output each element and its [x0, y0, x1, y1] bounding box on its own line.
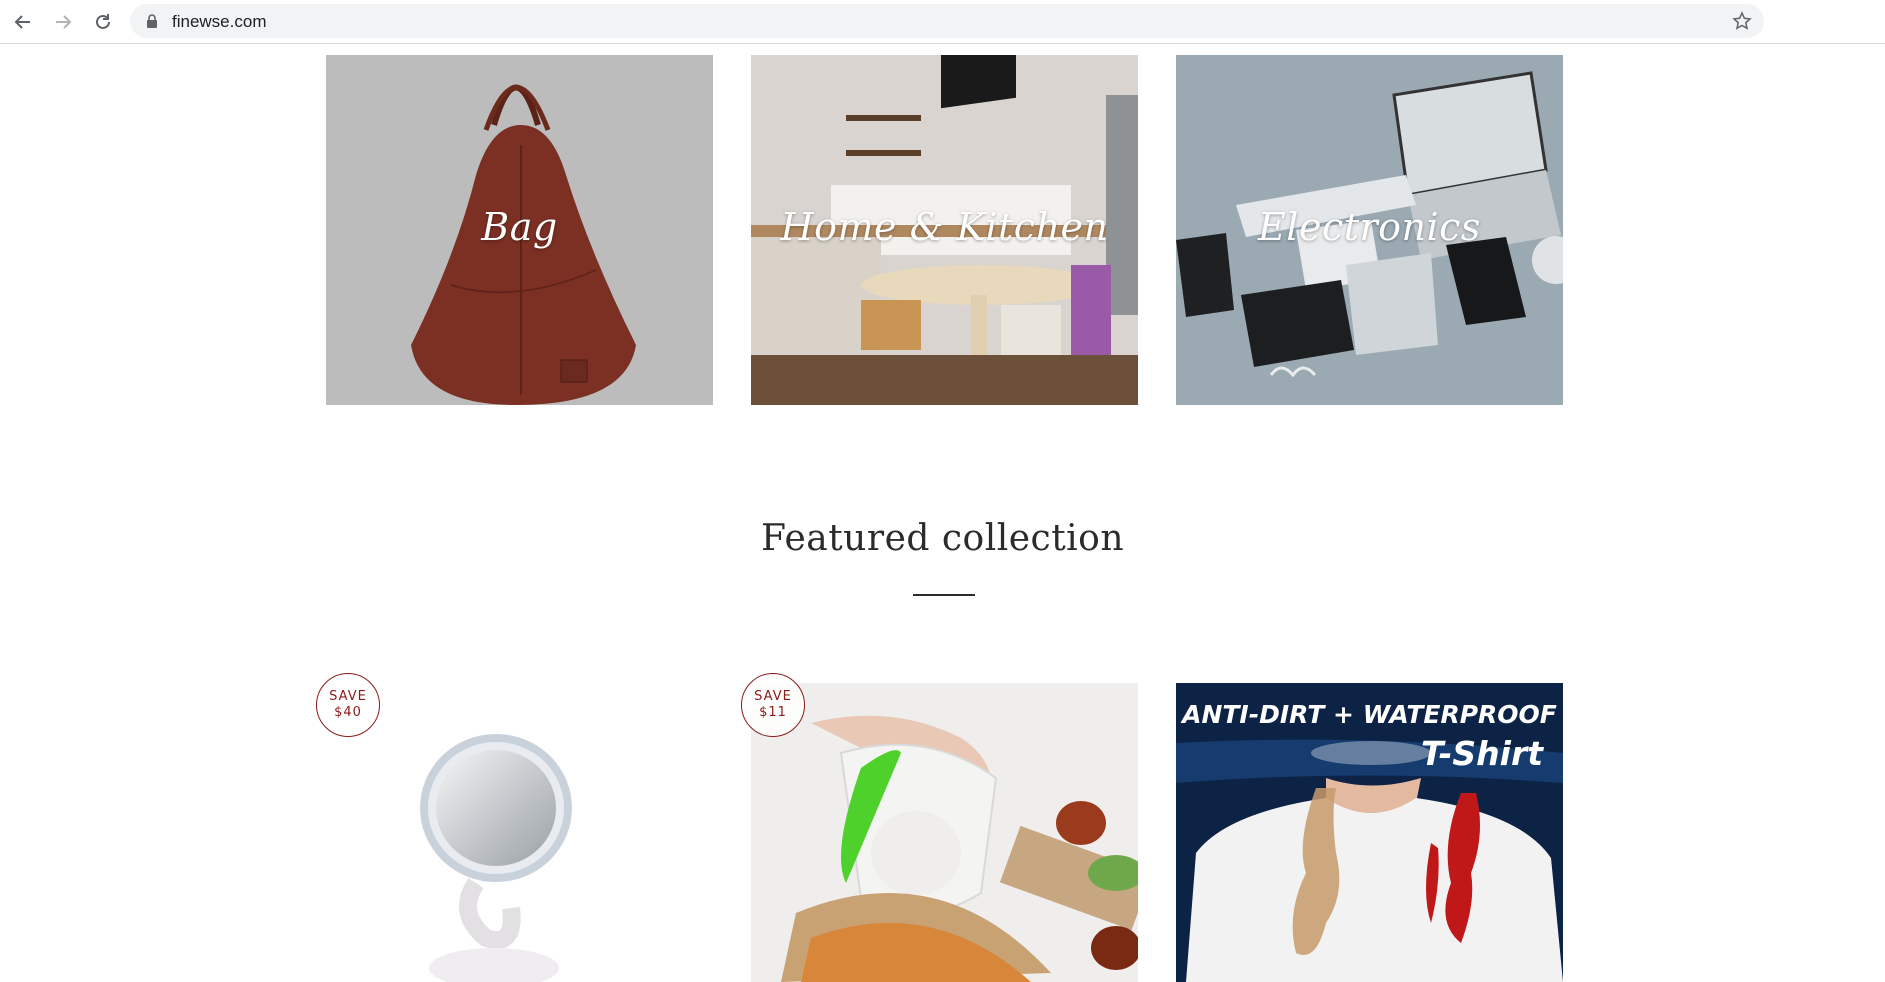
product-card-pizza-cutter[interactable] [751, 683, 1138, 982]
badge-label: SAVE [329, 689, 367, 704]
collection-label[interactable]: Electronics [1176, 205, 1563, 249]
mirror-image [420, 734, 572, 982]
collection-label[interactable]: Home & Kitchen [751, 205, 1138, 249]
address-bar[interactable]: finewse.com [130, 4, 1764, 38]
browser-toolbar: finewse.com [0, 0, 1885, 44]
collection-tile-electronics[interactable]: Electronics [1176, 55, 1563, 405]
product-card-tshirt[interactable]: ANTI-DIRT + WATERPROOF T-Shirt [1176, 683, 1563, 982]
reload-icon [96, 14, 110, 29]
tshirt-banner-line2: T-Shirt [1421, 734, 1543, 773]
badge-label: SAVE [754, 689, 792, 704]
reload-button[interactable] [90, 9, 116, 35]
product-card-mirror[interactable] [326, 683, 713, 982]
collection-tile-bag[interactable]: Bag [326, 55, 713, 405]
pizza-cutter-image [751, 683, 1138, 982]
title-divider [913, 594, 975, 596]
featured-collection-title: Featured collection [760, 518, 1125, 559]
tshirt-banner-line1: ANTI-DIRT + WATERPROOF [1182, 700, 1557, 729]
back-button[interactable] [10, 9, 36, 35]
back-arrow-icon [14, 15, 30, 29]
badge-amount: $40 [334, 705, 362, 720]
save-badge: SAVE $40 [316, 673, 380, 737]
star-icon[interactable] [1732, 11, 1752, 31]
save-badge: SAVE $11 [741, 673, 805, 737]
lock-icon[interactable] [146, 14, 158, 28]
collection-label[interactable]: Bag [326, 205, 713, 249]
badge-amount: $11 [759, 705, 787, 720]
forward-arrow-icon [56, 15, 72, 29]
collection-tile-home-kitchen[interactable]: Home & Kitchen [751, 55, 1138, 405]
url-text[interactable]: finewse.com [172, 12, 266, 32]
forward-button[interactable] [50, 9, 76, 35]
